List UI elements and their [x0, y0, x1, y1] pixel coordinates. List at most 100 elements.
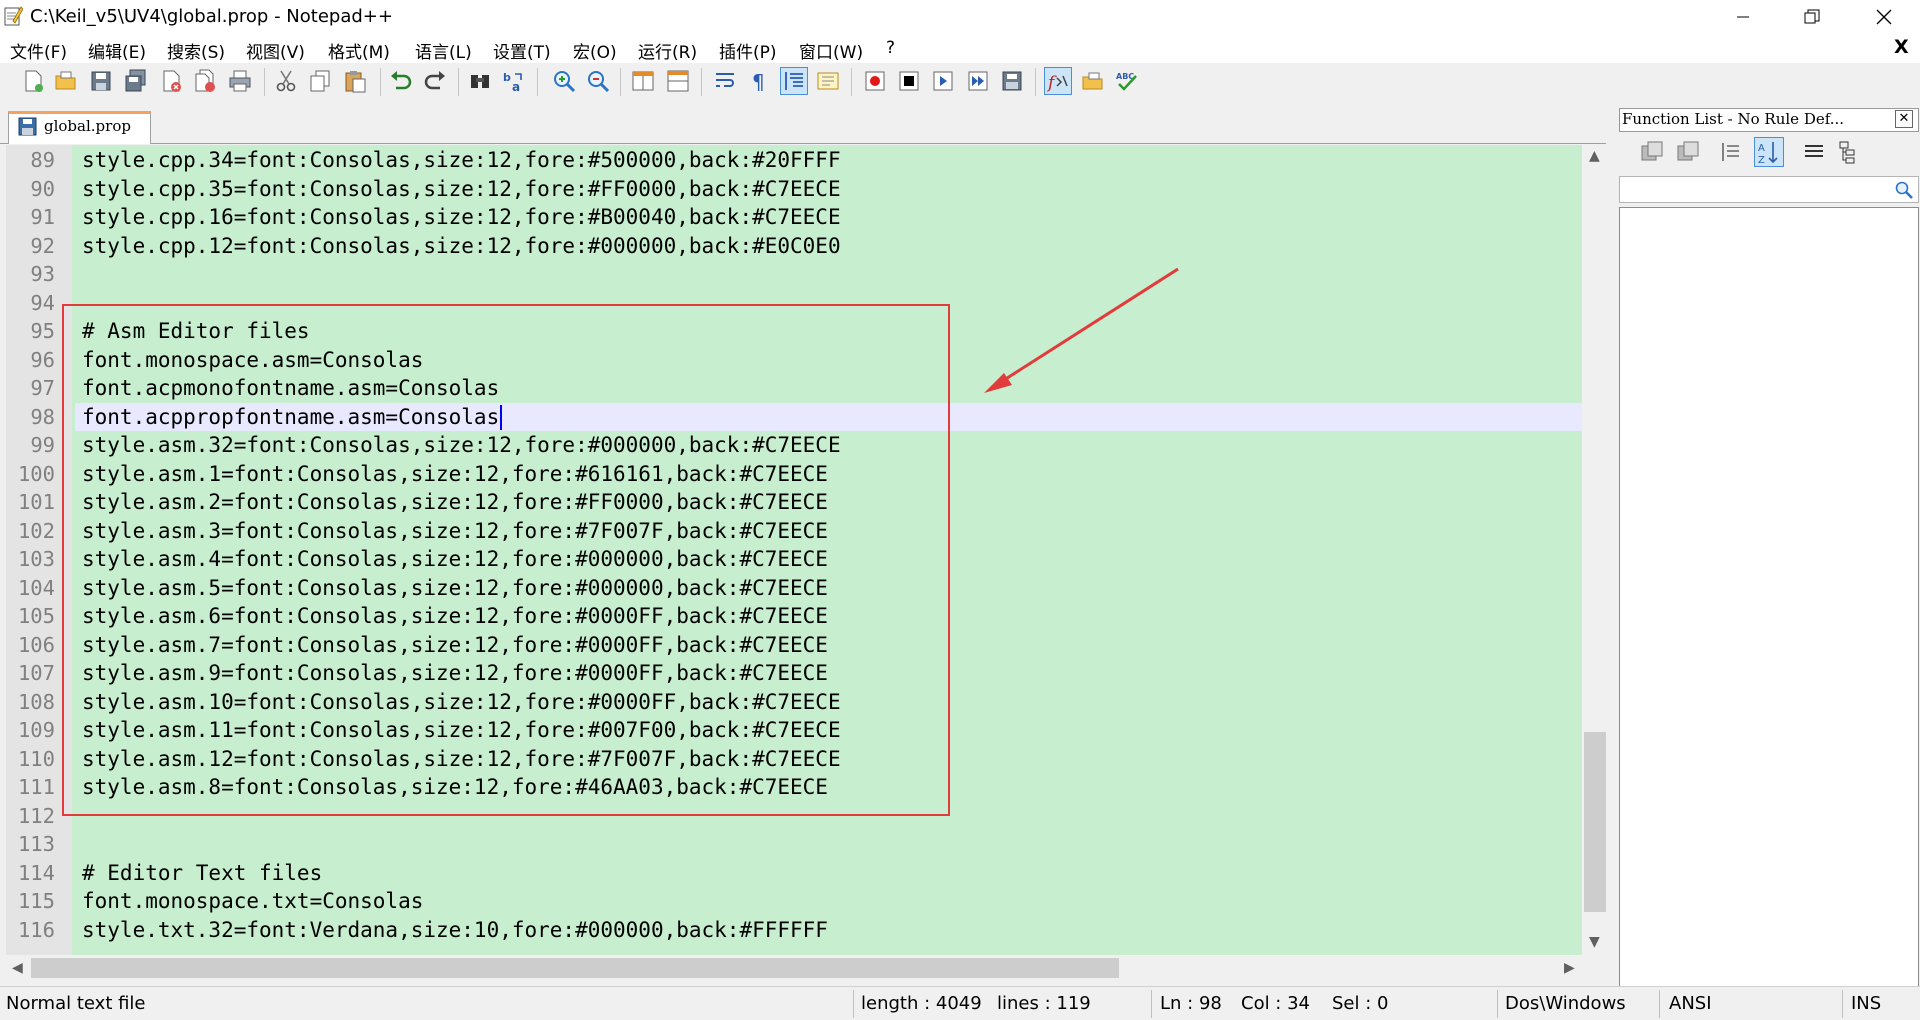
status-insert-mode: INS: [1851, 993, 1882, 1014]
close-all-icon[interactable]: [192, 68, 218, 94]
menu-window[interactable]: 窗口(W): [799, 38, 863, 63]
menu-view[interactable]: 视图(V): [246, 38, 305, 63]
status-file-type: Normal text file: [6, 993, 146, 1014]
function-list-search-input[interactable]: [1619, 176, 1919, 203]
vertical-scroll-thumb[interactable]: [1584, 732, 1606, 912]
annotation-highlight-box: [62, 304, 950, 816]
sync-vertical-icon[interactable]: [630, 68, 656, 94]
indent-guide-icon[interactable]: [780, 67, 808, 95]
line-number: 90: [30, 176, 55, 201]
horizontal-scroll-thumb[interactable]: [31, 958, 1119, 978]
close-window-button[interactable]: [1853, 0, 1914, 34]
svg-text:a: a: [512, 80, 520, 94]
save-macro-icon[interactable]: [999, 68, 1025, 94]
minimize-icon: [1736, 16, 1749, 18]
code-line[interactable]: style.cpp.12=font:Consolas,size:12,fore:…: [82, 232, 841, 261]
replace-icon[interactable]: ba: [501, 68, 527, 94]
find-icon[interactable]: [467, 68, 493, 94]
line-number: 105: [17, 604, 55, 628]
line-number: 112: [17, 803, 55, 828]
close-document-button[interactable]: X: [1894, 36, 1909, 58]
list-icon[interactable]: [1800, 138, 1828, 166]
svg-text:b: b: [503, 71, 511, 84]
tab-label: global.prop: [44, 117, 131, 135]
scroll-right-icon[interactable]: ▶: [1564, 960, 1575, 976]
menu-search[interactable]: 搜索(S): [167, 38, 225, 63]
show-all-chars-icon[interactable]: ¶: [746, 68, 772, 94]
menu-run[interactable]: 运行(R): [638, 38, 697, 63]
scroll-left-icon[interactable]: ◀: [12, 960, 23, 976]
play-macro-icon[interactable]: [930, 68, 956, 94]
copy-icon[interactable]: [307, 68, 333, 94]
menu-edit[interactable]: 编辑(E): [88, 38, 146, 63]
function-list-icon[interactable]: f: [1044, 67, 1072, 95]
paste-icon[interactable]: [342, 68, 368, 94]
magnifier-icon[interactable]: [1894, 180, 1914, 200]
status-encoding: ANSI: [1669, 993, 1712, 1014]
code-line[interactable]: style.cpp.16=font:Consolas,size:12,fore:…: [82, 203, 841, 232]
line-number: 94: [30, 290, 55, 315]
line-number: 99: [30, 433, 55, 457]
line-number: 108: [17, 689, 55, 714]
function-list-tree[interactable]: [1619, 207, 1919, 987]
code-line[interactable]: style.cpp.35=font:Consolas,size:12,fore:…: [82, 175, 841, 204]
code-line[interactable]: font.monospace.txt=Consolas: [82, 887, 423, 916]
undo-icon[interactable]: [388, 68, 414, 94]
zoom-in-icon[interactable]: [551, 68, 577, 94]
print-icon[interactable]: [227, 68, 253, 94]
collapse-icon[interactable]: [1717, 138, 1745, 166]
record-macro-icon[interactable]: [862, 68, 888, 94]
line-number: 98: [30, 404, 55, 429]
notepad-app-icon: [3, 5, 24, 27]
sort-alpha-icon[interactable]: AZ: [1754, 137, 1784, 167]
menu-file[interactable]: 文件(F): [10, 38, 67, 63]
line-number: 102: [17, 518, 55, 543]
tree-icon[interactable]: [1835, 138, 1863, 166]
line-number: 110: [17, 746, 55, 771]
open-file-icon[interactable]: [53, 68, 79, 94]
line-number: 114: [17, 860, 55, 885]
menu-format[interactable]: 格式(M): [328, 38, 390, 63]
annotation-arrow: [984, 267, 1179, 393]
function-list-close-button[interactable]: ✕: [1895, 110, 1913, 128]
cut-icon[interactable]: [273, 68, 299, 94]
save-all-icon[interactable]: [123, 68, 149, 94]
stop-macro-icon[interactable]: [896, 68, 922, 94]
save-icon[interactable]: [88, 68, 114, 94]
redo-icon[interactable]: [422, 68, 448, 94]
line-number: 93: [30, 262, 55, 286]
line-number: 113: [17, 832, 55, 856]
spell-check-icon[interactable]: ABC: [1114, 68, 1140, 94]
menu-settings[interactable]: 设置(T): [493, 38, 551, 63]
line-number: 89: [30, 148, 55, 172]
zoom-out-icon[interactable]: [585, 68, 611, 94]
svg-text:f: f: [1046, 73, 1057, 93]
svg-text:A: A: [1758, 143, 1765, 154]
line-number: 95: [30, 319, 55, 343]
scroll-up-icon[interactable]: ▲: [1589, 148, 1600, 164]
line-number: 104: [17, 575, 55, 600]
close-icon[interactable]: [158, 68, 184, 94]
doc-map-icon[interactable]: [815, 68, 841, 94]
close-icon: [1876, 9, 1891, 25]
new-file-icon[interactable]: [20, 68, 46, 94]
word-wrap-icon[interactable]: [712, 68, 738, 94]
menu-language[interactable]: 语言(L): [415, 38, 472, 63]
line-number: 101: [17, 490, 55, 514]
sync-horizontal-icon[interactable]: [665, 68, 691, 94]
scroll-down-icon[interactable]: ▼: [1589, 934, 1600, 950]
code-line[interactable]: # Editor Text files: [82, 859, 322, 888]
sort-desc-icon[interactable]: [1638, 138, 1666, 166]
folder-as-workspace-icon[interactable]: [1080, 68, 1106, 94]
sort-asc-icon[interactable]: [1674, 138, 1702, 166]
line-number: 97: [30, 376, 55, 400]
code-line[interactable]: style.txt.32=font:Verdana,size:10,fore:#…: [82, 916, 828, 945]
minimize-button[interactable]: [1712, 0, 1773, 34]
run-macro-multiple-icon[interactable]: [965, 68, 991, 94]
menu-plugins[interactable]: 插件(P): [719, 38, 777, 63]
code-line[interactable]: style.cpp.34=font:Consolas,size:12,fore:…: [82, 146, 841, 175]
menu-macro[interactable]: 宏(O): [573, 38, 617, 63]
restore-button[interactable]: [1781, 0, 1842, 34]
menu-help[interactable]: ?: [886, 38, 895, 58]
line-number: 96: [30, 347, 55, 372]
